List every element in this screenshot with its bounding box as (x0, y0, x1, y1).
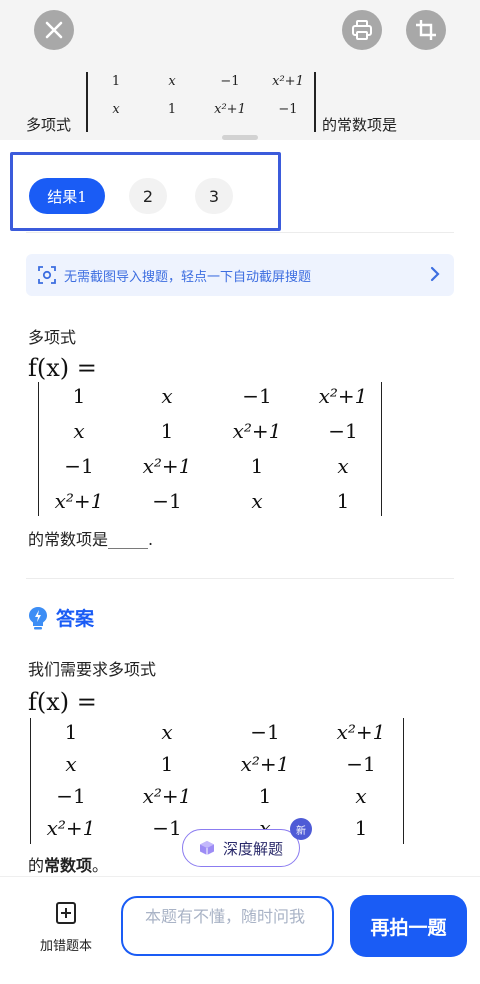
tab-result-3[interactable]: 3 (195, 178, 233, 214)
photo-matrix-cell: −1 (278, 102, 298, 117)
photo-matrix-cell: x²+1 (214, 102, 246, 117)
screenshot-search-banner[interactable]: 无需截图导入搜题，轻点一下自动截屏搜题 (26, 254, 454, 296)
tab-result-2[interactable]: 2 (129, 178, 167, 214)
matrix-cell: x (251, 489, 263, 513)
matrix-cell: −1 (242, 384, 272, 408)
matrix-cell: −1 (152, 489, 182, 513)
question-fx: f(x) = (28, 354, 97, 382)
photo-matrix-cell: 1 (167, 102, 177, 117)
close-icon (45, 21, 63, 39)
matrix-cell: −1 (346, 752, 376, 776)
matrix-cell: −1 (64, 454, 94, 478)
matrix-cell: x²+1 (232, 419, 282, 443)
retake-photo-button[interactable]: 再拍一题 (350, 895, 467, 957)
answer-tail: 的常数项。 (28, 852, 108, 876)
matrix-cell: x²+1 (54, 489, 104, 513)
divider (26, 578, 454, 579)
matrix-cell: x²+1 (336, 720, 386, 744)
answer-tail-prefix: 的 (28, 856, 45, 875)
matrix-cell: 1 (354, 816, 368, 840)
photo-text-right: 的常数项是 (322, 116, 398, 134)
matrix-cell: x (337, 454, 349, 478)
ask-question-input[interactable]: 本题有不懂，随时问我 (121, 896, 334, 956)
matrix-cell: x²+1 (142, 454, 192, 478)
matrix-cell: 1 (72, 384, 86, 408)
answer-title: 答案 (56, 608, 95, 630)
matrix-cell: x²+1 (240, 752, 290, 776)
matrix-cell: x (65, 752, 77, 776)
printer-icon (352, 20, 372, 40)
photo-matrix-cell: x (168, 74, 176, 89)
matrix-cell: −1 (328, 419, 358, 443)
matrix-cell: x (161, 384, 173, 408)
matrix-cell: 1 (336, 489, 350, 513)
matrix-cell: x²+1 (142, 784, 192, 808)
print-button[interactable] (342, 10, 382, 50)
photo-text-left: 多项式 (26, 116, 72, 134)
crop-icon (416, 20, 436, 40)
new-badge: 新 (290, 818, 312, 840)
answer-fx: f(x) = (28, 688, 97, 716)
divider (26, 232, 454, 233)
answer-intro: 我们需要求多项式 (28, 660, 157, 679)
lightbulb-icon (29, 606, 47, 629)
deep-solve-button[interactable]: 深度解题 (182, 829, 300, 867)
question-tail: 的常数项是_____. (28, 530, 154, 549)
matrix-cell: x (73, 419, 85, 443)
matrix-cell: 1 (160, 419, 174, 443)
crop-button[interactable] (406, 10, 446, 50)
answer-tail-suffix: 。 (92, 856, 109, 875)
deep-solve-label: 深度解题 (222, 839, 283, 858)
matrix-cell: 1 (160, 752, 174, 776)
add-note-icon (56, 902, 76, 924)
matrix-cell: x (161, 720, 173, 744)
add-book-label: 加错题本 (39, 939, 92, 954)
photo-matrix-cell: x (112, 102, 120, 117)
matrix-cell: 1 (64, 720, 78, 744)
matrix-cell: x²+1 (46, 816, 96, 840)
add-to-mistake-book-button[interactable]: 加错题本 (30, 901, 102, 954)
photo-matrix: 1 x −1 x²+1 x 1 x²+1 −1 (86, 72, 316, 132)
photo-matrix-cell: 1 (111, 74, 121, 89)
matrix-cell: 1 (250, 454, 264, 478)
tab-result-1[interactable]: 结果1 (29, 178, 105, 214)
scan-icon (38, 266, 56, 284)
answer-header: 答案 (28, 604, 94, 631)
matrix-cell: −1 (56, 784, 86, 808)
answer-tail-bold: 常数项 (44, 856, 93, 875)
matrix-cell: 1 (258, 784, 272, 808)
photo-matrix-cell: x²+1 (272, 74, 304, 89)
matrix-cell: −1 (250, 720, 280, 744)
result-tabs: 结果1 2 3 (10, 152, 281, 231)
photo-matrix-cell: −1 (220, 74, 240, 89)
question-matrix: 1 x −1 x²+1 x 1 x²+1 −1 −1 x²+1 1 x x²+1… (38, 382, 382, 516)
cube-icon (199, 841, 214, 855)
matrix-cell: x (355, 784, 367, 808)
close-button[interactable] (34, 10, 74, 50)
matrix-cell: x²+1 (318, 384, 368, 408)
banner-text: 无需截图导入搜题，轻点一下自动截屏搜题 (64, 269, 312, 285)
sheet-drag-handle[interactable] (222, 135, 258, 140)
chevron-right-icon (430, 266, 440, 282)
question-intro: 多项式 (28, 328, 77, 347)
answer-matrix: 1 x −1 x²+1 x 1 x²+1 −1 −1 x²+1 1 x x²+1… (30, 718, 404, 844)
bottom-action-bar: 加错题本 本题有不懂，随时问我 再拍一题 (0, 876, 480, 984)
